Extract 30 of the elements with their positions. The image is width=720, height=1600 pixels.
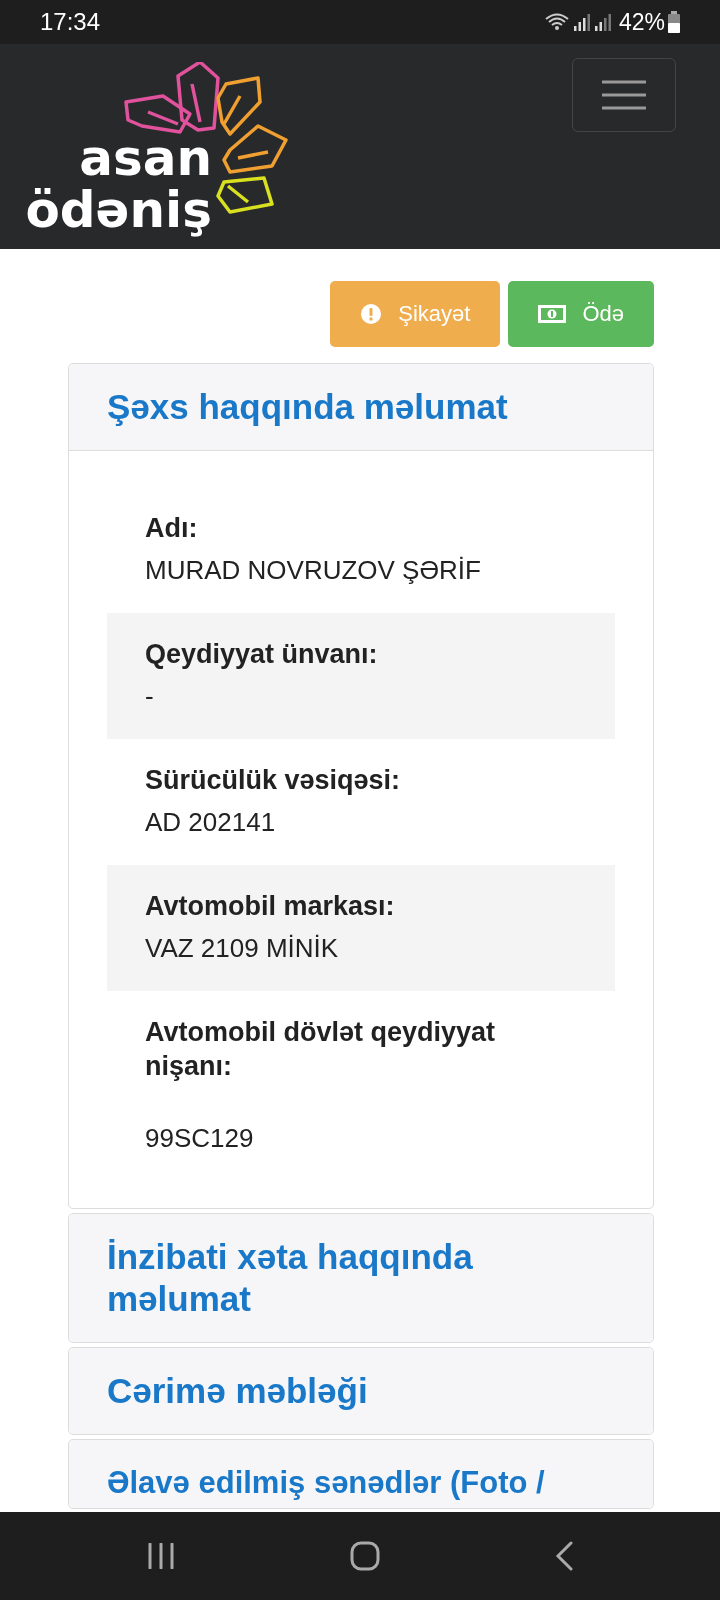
section-header[interactable]: Cərimə məbləği <box>69 1348 653 1434</box>
section-header[interactable]: Şəxs haqqında məlumat <box>69 364 653 451</box>
signal-icon <box>572 12 591 32</box>
section-header[interactable]: İnzibati xəta haqqında məlumat <box>69 1214 653 1342</box>
menu-icon <box>601 80 647 110</box>
logo-text: asan <box>79 132 212 184</box>
banknote-icon <box>538 305 567 323</box>
home-icon[interactable] <box>350 1541 380 1571</box>
battery-icon <box>668 11 680 33</box>
field-label: Sürücülük vəsiqəsi: <box>145 764 402 797</box>
recent-apps-icon[interactable] <box>147 1543 176 1569</box>
field-value: VAZ 2109 MİNİK <box>145 933 340 964</box>
field-value: - <box>145 681 155 712</box>
logo-text: ödəniş <box>25 184 212 236</box>
wifi-icon <box>543 12 570 32</box>
clock: 17:34 <box>40 8 101 36</box>
field-label: Adı: <box>145 512 199 545</box>
field-label: Qeydiyyat ünvanı: <box>145 638 379 671</box>
section-header[interactable]: Əlavə edilmiş sənədlər (Foto / <box>69 1440 653 1508</box>
pay-button[interactable]: Ödə <box>508 281 654 347</box>
field-label: Avtomobil markası: <box>145 890 396 923</box>
field-value: AD 202141 <box>145 807 277 838</box>
menu-button[interactable] <box>572 58 676 132</box>
field-label: Avtomobil dövlət qeydiyyat nişanı: <box>145 1016 497 1083</box>
field-value: 99SC129 <box>145 1123 255 1154</box>
back-icon[interactable] <box>554 1541 573 1571</box>
battery-percent: 42% <box>618 8 665 36</box>
signal-icon <box>593 12 612 32</box>
alert-icon <box>360 303 383 325</box>
field-value: MURAD NOVRUZOV ŞƏRİF <box>145 555 482 586</box>
